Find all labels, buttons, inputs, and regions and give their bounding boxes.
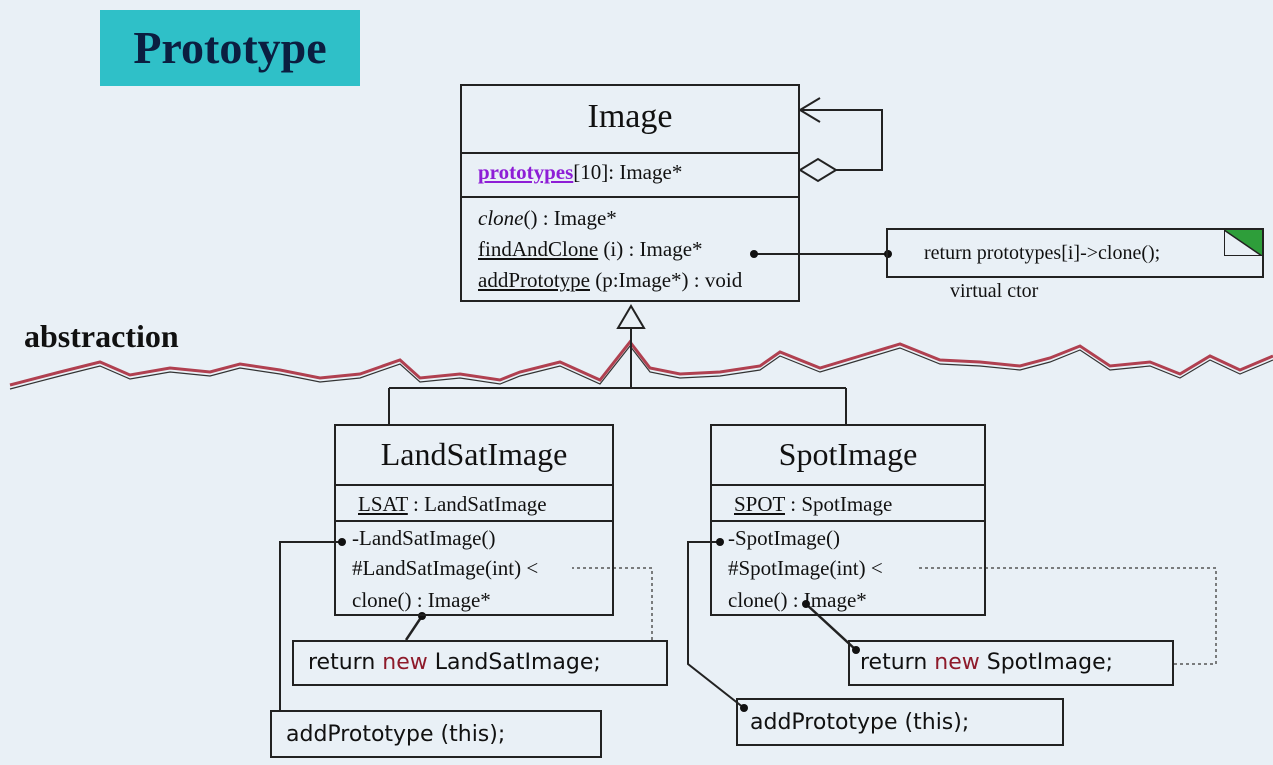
landsat-return-type: LandSatImage;	[427, 650, 601, 675]
image-class-divider-2	[462, 196, 798, 198]
spot-return-kw: return	[860, 650, 935, 675]
landsat-op-3: clone() : Image*	[352, 588, 491, 612]
image-op-find-sig: (i) : Image*	[598, 237, 703, 261]
landsat-class-divider-2	[336, 520, 612, 522]
spot-add-code: addPrototype (this);	[736, 698, 1064, 746]
landsat-return-kw: return	[308, 650, 383, 675]
generalization-triangle	[616, 304, 646, 329]
landsat-op-1: -LandSatImage()	[352, 526, 496, 550]
spot-new-kw: new	[934, 650, 980, 675]
spot-class-box: SpotImage SPOT : SpotImage -SpotImage() …	[710, 424, 986, 616]
landsat-class-name: LandSatImage	[380, 436, 568, 472]
image-op-clone-name: clone	[478, 206, 524, 230]
spot-attr-type: : SpotImage	[784, 492, 893, 516]
image-op-find: findAndClone (i) : Image*	[478, 237, 703, 262]
spot-class-divider-2	[712, 520, 984, 522]
note-code: return prototypes[i]->clone();	[924, 242, 1161, 264]
aggregation-diamond	[798, 157, 838, 183]
landsat-attr-name: LSAT	[358, 492, 408, 516]
landsat-class-divider-1	[336, 484, 612, 486]
landsat-clone-connector	[404, 615, 424, 641]
abstraction-divider-wave-shadow	[9, 345, 1273, 390]
prototypes-attr-type: [10]: Image*	[573, 160, 683, 184]
landsat-attr-type: : LandSatImage	[407, 492, 547, 516]
landsat-add-code: addPrototype (this);	[270, 710, 602, 758]
image-op-add-name: addPrototype	[478, 268, 590, 292]
landsat-op-2: #LandSatImage(int) <	[352, 556, 539, 580]
landsat-return-code: return new LandSatImage;	[292, 640, 668, 686]
image-op-add: addPrototype (p:Image*) : void	[478, 268, 742, 293]
image-op-add-sig: (p:Image*) : void	[589, 268, 743, 292]
image-op-clone-sig: () : Image*	[523, 206, 617, 230]
spot-attribute: SPOT : SpotImage	[734, 492, 892, 517]
spot-op-1: -SpotImage()	[728, 526, 840, 550]
self-association-line	[800, 109, 883, 171]
spot-class-divider-1	[712, 484, 984, 486]
spot-return-type: SpotImage;	[979, 650, 1114, 675]
image-op-find-name: findAndClone	[478, 237, 599, 261]
spot-class-name: SpotImage	[778, 436, 918, 472]
spot-attr-name: SPOT	[734, 492, 785, 516]
image-class-divider-1	[462, 152, 798, 154]
image-class-name: Image	[587, 98, 673, 135]
landsat-class-box: LandSatImage LSAT : LandSatImage -LandSa…	[334, 424, 614, 616]
note-folded-corner-icon	[1224, 230, 1262, 256]
image-op-clone: clone() : Image*	[478, 206, 617, 231]
spot-op-2: #SpotImage(int) <	[728, 556, 883, 580]
landsat-attribute: LSAT : LandSatImage	[358, 492, 547, 517]
note-caption: virtual ctor	[950, 280, 1039, 302]
spot-return-code: return new SpotImage;	[848, 640, 1174, 686]
image-class-attribute: prototypes[10]: Image*	[478, 160, 682, 185]
virtual-ctor-note: return prototypes[i]->clone();	[886, 228, 1264, 278]
spot-op-3: clone() : Image*	[728, 588, 867, 612]
landsat-new-kw: new	[382, 650, 428, 675]
image-class-box: Image prototypes[10]: Image* clone() : I…	[460, 84, 800, 302]
abstraction-divider-wave	[9, 339, 1273, 387]
prototypes-attr-name: prototypes	[478, 160, 574, 184]
abstraction-label: abstraction	[24, 318, 179, 354]
